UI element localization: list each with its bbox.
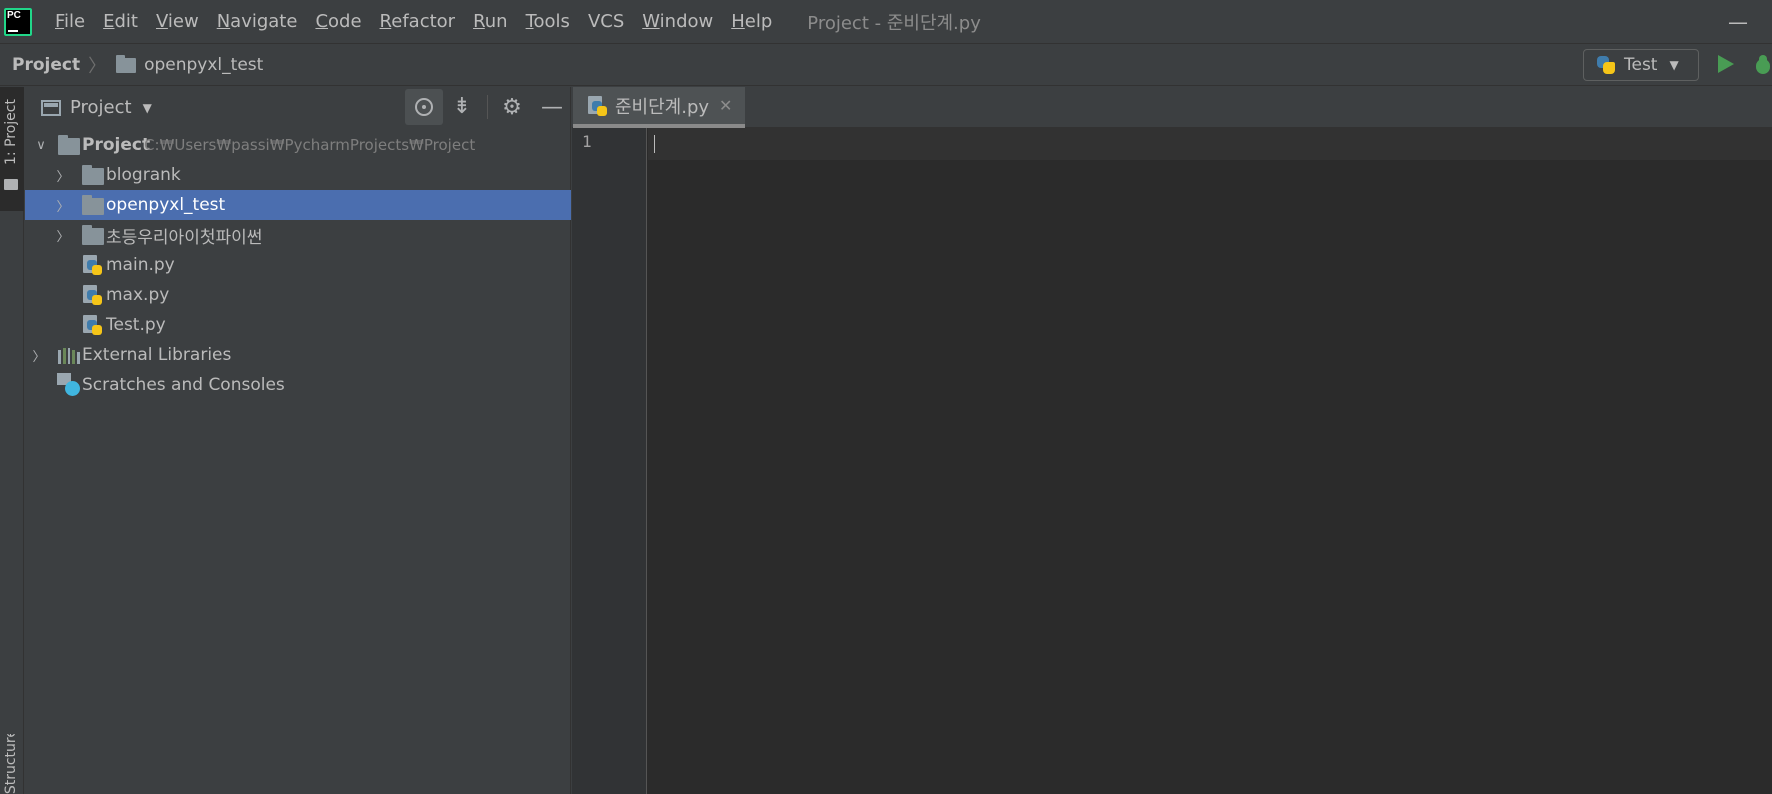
folder-icon: [58, 135, 80, 155]
hide-panel-button[interactable]: —: [533, 89, 571, 125]
structure-tool-tab[interactable]: Structure: [0, 734, 24, 794]
chevron-down-icon: ▼: [1669, 58, 1679, 72]
tree-row-external-libraries[interactable]: 〉 External Libraries: [25, 340, 571, 370]
tree-row-main-py[interactable]: main.py: [25, 250, 571, 280]
project-view-icon: [41, 99, 61, 116]
chevron-right-icon[interactable]: 〉: [55, 220, 71, 250]
tree-row-blogrank[interactable]: 〉 blogrank: [25, 160, 571, 190]
tree-label: 초등우리아이첫파이썬: [106, 227, 263, 248]
project-panel-header: Project ▼ ⇟ ⚙ —: [25, 87, 571, 128]
editor-tab-bar: 준비단계.py ✕: [572, 87, 1772, 128]
breadcrumb-project[interactable]: Project: [12, 55, 80, 75]
tree-label: main.py: [106, 255, 175, 275]
python-icon: [1596, 55, 1616, 75]
structure-tool-tab-label: Structure: [3, 734, 19, 794]
folder-icon: [116, 54, 137, 73]
menu-vcs[interactable]: VCS: [579, 11, 633, 32]
menu-refactor[interactable]: Refactor: [371, 11, 465, 32]
line-number: 1: [582, 132, 592, 151]
folder-icon: [82, 195, 104, 215]
menu-code[interactable]: Code: [306, 11, 370, 32]
menu-tools[interactable]: Tools: [517, 11, 579, 32]
tree-row-korean-folder[interactable]: 〉 초등우리아이첫파이썬: [25, 220, 571, 250]
editor-tab-label: 준비단계.py: [615, 96, 710, 118]
project-tool-tab[interactable]: 1: Project: [0, 87, 24, 211]
project-tool-tab-label: 1: Project: [3, 99, 19, 165]
tree-label: External Libraries: [82, 345, 232, 365]
python-file-icon: [82, 254, 104, 276]
current-line-highlight[interactable]: [648, 128, 1772, 160]
menu-bar: PC File Edit View Navigate Code Refactor…: [0, 0, 1772, 44]
tree-row-max-py[interactable]: max.py: [25, 280, 571, 310]
toolbar-divider: [487, 95, 488, 119]
close-icon[interactable]: ✕: [719, 96, 732, 115]
run-icon[interactable]: [1718, 55, 1734, 73]
line-number-gutter: 1: [572, 128, 647, 794]
logo-text: PC: [7, 9, 21, 21]
python-file-icon: [82, 314, 104, 336]
tree-row-scratches[interactable]: Scratches and Consoles: [25, 370, 571, 400]
folder-icon: [82, 225, 104, 245]
pycharm-logo-icon[interactable]: PC: [4, 7, 32, 36]
tree-label: Project: [82, 135, 151, 155]
tree-row-project-root[interactable]: ∨ Project C:₩Users₩passi₩PycharmProjects…: [25, 130, 571, 160]
locate-file-button[interactable]: [405, 89, 443, 125]
editor-tab-active[interactable]: 준비단계.py ✕: [573, 87, 745, 128]
collapse-all-button[interactable]: ⇟: [443, 89, 481, 125]
menu-run[interactable]: Run: [464, 11, 517, 32]
window-title: Project - 준비단계.py: [807, 12, 981, 34]
navigation-bar: Project 〉 openpyxl_test Test ▼: [0, 45, 1772, 86]
tree-label: openpyxl_test: [106, 195, 226, 215]
run-configuration-label: Test: [1624, 55, 1658, 75]
tree-label: max.py: [106, 285, 170, 305]
project-path: C:₩Users₩passi₩PycharmProjects₩Project: [144, 136, 476, 154]
chevron-right-icon[interactable]: 〉: [31, 340, 47, 370]
breadcrumb-separator: 〉: [88, 56, 107, 77]
scratches-icon: [57, 373, 81, 397]
python-file-icon: [587, 95, 609, 117]
menu-edit[interactable]: Edit: [94, 11, 147, 32]
crosshair-icon: [415, 98, 433, 116]
menu-help[interactable]: Help: [722, 11, 781, 32]
tree-label: Scratches and Consoles: [82, 375, 285, 395]
folder-icon: [4, 179, 18, 190]
tree-label: blogrank: [106, 165, 181, 185]
chevron-right-icon[interactable]: 〉: [55, 160, 71, 190]
project-tree: ∨ Project C:₩Users₩passi₩PycharmProjects…: [25, 130, 571, 400]
python-file-icon: [82, 284, 104, 306]
chevron-right-icon[interactable]: 〉: [55, 190, 71, 220]
menu-view[interactable]: View: [147, 11, 208, 32]
left-tool-strip: 1: Project Structure: [0, 87, 24, 794]
debug-icon[interactable]: [1754, 55, 1772, 75]
minimize-button[interactable]: —: [1728, 10, 1748, 34]
tree-label: Test.py: [106, 315, 166, 335]
project-tool-window: Project ▼ ⇟ ⚙ — ∨ Project C:₩Users₩passi…: [25, 87, 571, 794]
chevron-down-icon[interactable]: ▼: [143, 101, 152, 115]
text-caret: [654, 135, 655, 153]
menu-file[interactable]: File: [46, 11, 94, 32]
tree-row-test-py[interactable]: Test.py: [25, 310, 571, 340]
menu-window[interactable]: Window: [633, 11, 722, 32]
tree-row-openpyxl-test[interactable]: 〉 openpyxl_test: [25, 190, 571, 220]
library-icon: [58, 346, 80, 364]
run-configuration-dropdown[interactable]: Test ▼: [1583, 49, 1699, 81]
gear-icon[interactable]: ⚙: [493, 89, 531, 125]
folder-icon: [82, 165, 104, 185]
editor-area: 준비단계.py ✕ 1: [572, 87, 1772, 794]
chevron-expanded-icon[interactable]: ∨: [33, 130, 49, 160]
project-view-selector[interactable]: Project: [70, 97, 132, 118]
menu-navigate[interactable]: Navigate: [208, 11, 307, 32]
breadcrumb-openpyxl-test[interactable]: openpyxl_test: [144, 55, 263, 75]
